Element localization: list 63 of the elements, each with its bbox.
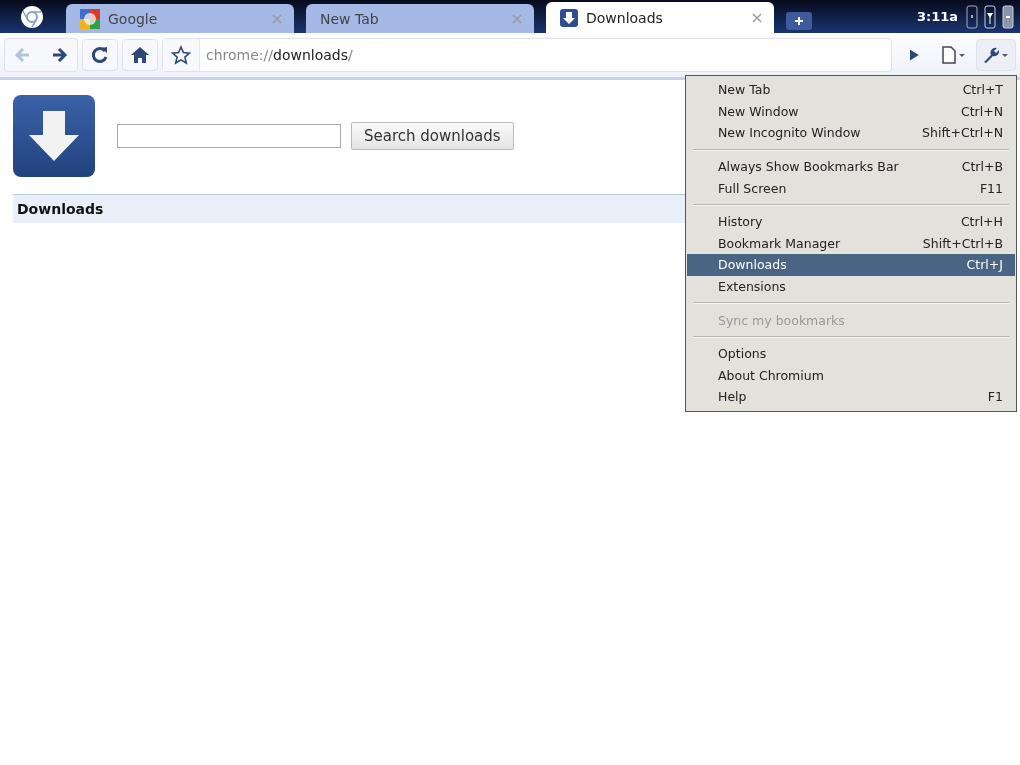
new-tab-button[interactable]: [786, 12, 812, 30]
menu-item[interactable]: History Ctrl+H: [687, 210, 1015, 233]
menu-item[interactable]: New Tab Ctrl+T: [687, 79, 1015, 101]
menu-item-label: About Chromium: [718, 367, 824, 383]
home-button[interactable]: [122, 39, 158, 71]
reload-button[interactable]: [82, 39, 118, 71]
page-dropdown-icon: [940, 45, 968, 65]
browser-tab[interactable]: Downloads: [546, 2, 774, 33]
menu-item-shortcut: Ctrl+B: [961, 159, 1003, 175]
menu-item-shortcut: Ctrl+J: [966, 257, 1003, 273]
address-bar[interactable]: chrome://downloads/: [162, 38, 892, 72]
chromium-logo-icon[interactable]: [20, 4, 44, 29]
bookmark-star-icon[interactable]: [171, 45, 191, 65]
battery-status-icon: [1002, 4, 1014, 29]
menu-item[interactable]: Help F1: [687, 386, 1015, 408]
menu-item-shortcut: Shift+Ctrl+N: [922, 125, 1003, 141]
google-favicon-icon: [80, 8, 100, 29]
plus-icon: [794, 16, 804, 26]
home-icon: [130, 45, 150, 65]
menu-item-shortcut: F11: [979, 180, 1003, 196]
menu-item-label: Always Show Bookmarks Bar: [718, 159, 899, 175]
menu-item-shortcut: Ctrl+N: [960, 103, 1003, 119]
menu-item-label: Downloads: [718, 257, 787, 273]
clock-time: 3:11a: [916, 9, 958, 24]
menu-item[interactable]: Always Show Bookmarks Bar Ctrl+B: [687, 155, 1015, 178]
menu-item-label: New Window: [718, 103, 799, 119]
url-text: chrome://downloads/: [206, 47, 353, 63]
download-logo-icon: [13, 95, 95, 177]
search-downloads-button[interactable]: Search downloads: [351, 122, 514, 150]
menu-item-label: History: [718, 214, 763, 230]
menu-item[interactable]: Extensions: [687, 275, 1015, 298]
menu-item[interactable]: Downloads Ctrl+J: [687, 254, 1015, 276]
menu-item-shortcut: Ctrl+H: [960, 214, 1003, 230]
tab-title: New Tab: [320, 10, 380, 27]
menu-item[interactable]: Bookmark Manager Shift+Ctrl+B: [687, 232, 1015, 255]
close-icon[interactable]: [752, 12, 762, 23]
menu-item-shortcut: Ctrl+T: [962, 82, 1003, 98]
wrench-menu-button[interactable]: [976, 39, 1016, 71]
menu-item-shortcut: F1: [987, 389, 1003, 405]
menu-item-label: Extensions: [718, 279, 786, 295]
tab-title: Google: [108, 10, 159, 27]
reload-icon: [90, 45, 110, 65]
menu-item-label: New Tab: [718, 82, 771, 98]
browser-tab[interactable]: Google: [66, 4, 294, 33]
menu-item-label: New Incognito Window: [718, 125, 861, 141]
download-favicon-icon: [560, 8, 578, 27]
menu-item[interactable]: New Incognito Window Shift+Ctrl+N: [687, 122, 1015, 144]
menu-item-label: Full Screen: [718, 180, 787, 196]
menu-item[interactable]: Options: [687, 342, 1015, 365]
tab-title: Downloads: [586, 9, 664, 26]
menu-item-shortcut: Shift+Ctrl+B: [922, 235, 1003, 251]
menu-item-label: Options: [718, 346, 767, 362]
browser-tab[interactable]: New Tab: [306, 4, 534, 33]
menu-item[interactable]: New Window Ctrl+N: [687, 100, 1015, 123]
section-title: Downloads: [17, 201, 104, 217]
menu-item-label: Bookmark Manager: [718, 235, 841, 251]
menu-item-label: Sync my bookmarks: [718, 312, 845, 328]
search-field[interactable]: [117, 124, 341, 148]
wifi-status-icon: [984, 4, 996, 29]
menu-item-label: Help: [718, 389, 747, 405]
menu-item[interactable]: About Chromium: [687, 364, 1015, 387]
menu-item[interactable]: Full Screen F11: [687, 177, 1015, 199]
network-status-icon: [966, 4, 978, 29]
